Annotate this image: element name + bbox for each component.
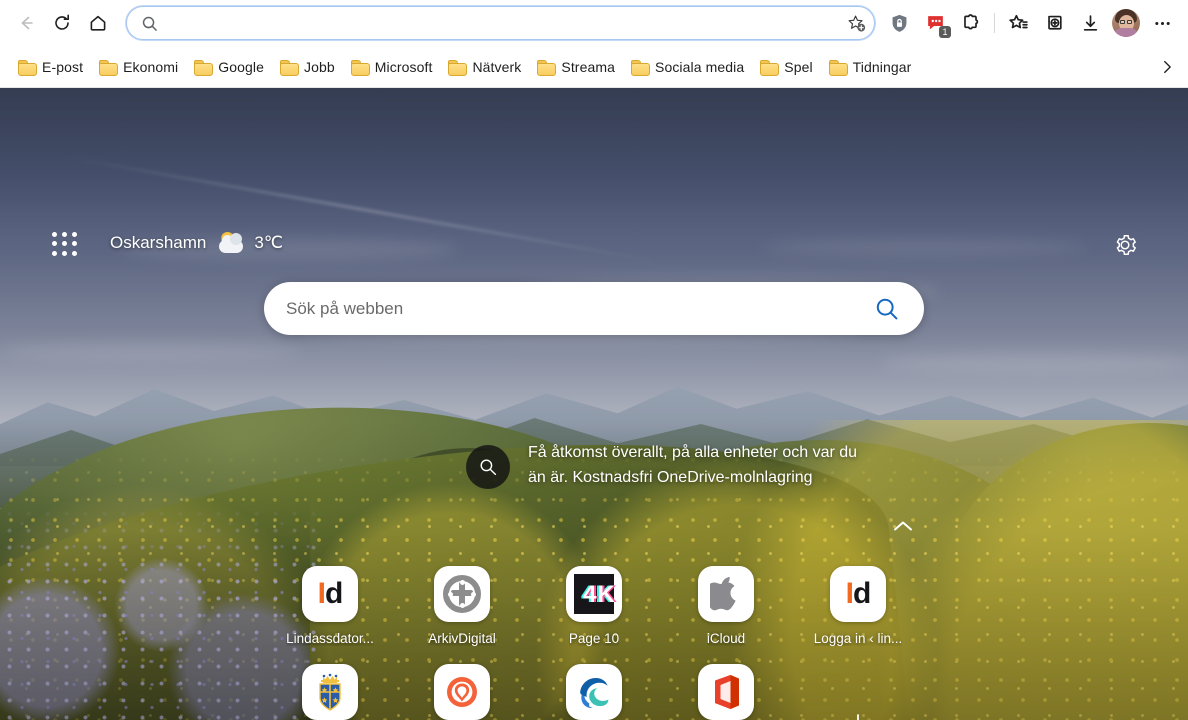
tile-logga-in[interactable]: Id Logga in ‹ lin...: [792, 566, 924, 646]
shield-lock-icon[interactable]: [881, 5, 917, 41]
tile-label: Logga in ‹ lin...: [813, 631, 903, 646]
web-search-box[interactable]: [264, 282, 924, 335]
tile-label: ArkivDigital: [428, 631, 496, 646]
web-search-button[interactable]: [870, 292, 904, 326]
bookmark-spel[interactable]: Spel: [752, 55, 820, 79]
search-icon: [141, 15, 158, 32]
tile-arkivdigital[interactable]: ArkivDigital: [396, 566, 528, 646]
puzzle-extensions-icon[interactable]: [953, 5, 989, 41]
web-search-input[interactable]: [286, 298, 870, 319]
folder-icon: [194, 59, 214, 76]
add-shortcut-button[interactable]: [840, 706, 876, 720]
bookmark-google[interactable]: Google: [186, 55, 272, 79]
bookmark-label: Ekonomi: [123, 58, 179, 75]
apple-icon: [698, 566, 754, 622]
bookmark-label: E-post: [42, 58, 84, 75]
collections-icon[interactable]: [1036, 5, 1072, 41]
bookmark-streama[interactable]: Streama: [529, 55, 623, 79]
refresh-button[interactable]: [44, 5, 80, 41]
folder-icon: [99, 59, 119, 76]
bookmark-label: Spel: [784, 58, 813, 75]
bookmark-label: Streama: [561, 58, 615, 75]
fourk-icon: 4K 4K 4K: [566, 566, 622, 622]
tile-microsoft-edge[interactable]: Microsoft Ed...: [528, 664, 660, 720]
bookmark-natverk[interactable]: Nätverk: [440, 55, 529, 79]
browser-chrome: 1 E-post Ekonomi Google Jobb Microsoft N…: [0, 0, 1188, 88]
bookmarks-overflow-button[interactable]: [1152, 52, 1182, 82]
new-tab-page: Oskarshamn 3℃ Sök på webben Få åtkomst ö…: [0, 88, 1188, 720]
page-settings-button[interactable]: [1110, 230, 1140, 260]
promo-collapse-chevron-up-icon[interactable]: [890, 516, 916, 536]
edge-icon: [566, 664, 622, 720]
folder-icon: [828, 59, 848, 76]
bookmark-label: Sociala media: [655, 58, 745, 75]
avatar: [1112, 9, 1140, 37]
office-icon: [698, 664, 754, 720]
back-button[interactable]: [8, 5, 44, 41]
bookmark-label: Jobb: [303, 58, 335, 75]
folder-icon: [448, 59, 468, 76]
bookmark-label: Nätverk: [472, 58, 522, 75]
moon-cloud-icon: [215, 231, 245, 255]
bookmark-label: Google: [218, 58, 264, 75]
folder-icon: [350, 59, 370, 76]
tile-label: iCloud: [706, 631, 746, 646]
tile-label: Lindassdator...: [286, 631, 374, 646]
tile-lindassdator[interactable]: Id Lindassdator...: [264, 566, 396, 646]
folder-icon: [18, 59, 37, 76]
bookmark-sociala-media[interactable]: Sociala media: [623, 55, 752, 79]
toolbar-divider: [994, 13, 995, 33]
tile-start[interactable]: Start: [264, 664, 396, 720]
new-tab-overlay: Oskarshamn 3℃ Sök på webben Få åtkomst ö…: [0, 88, 1188, 720]
bookmark-e-post[interactable]: E-post: [10, 55, 91, 79]
weather-city: Oskarshamn: [110, 233, 207, 252]
tile-label: Page 10: [568, 631, 620, 646]
indesign-id-icon: Id: [302, 566, 358, 622]
folder-icon: [631, 59, 650, 76]
folder-icon: [760, 59, 780, 76]
myheritage-icon: [434, 664, 490, 720]
bookmarks-bar: E-post Ekonomi Google Jobb Microsoft Nät…: [0, 46, 1188, 88]
profile-avatar[interactable]: [1108, 5, 1144, 41]
extension-red-icon[interactable]: 1: [917, 5, 953, 41]
bookmark-tidningar[interactable]: Tidningar: [821, 55, 920, 79]
weather-temperature: 3℃: [254, 233, 283, 252]
tile-office[interactable]: Office: [660, 664, 792, 720]
tile-page-10[interactable]: 4K 4K 4K Page 10: [528, 566, 660, 646]
address-input[interactable]: [166, 15, 842, 31]
bookmark-ekonomi[interactable]: Ekonomi: [91, 55, 186, 79]
address-bar[interactable]: [126, 6, 875, 40]
star-add-icon[interactable]: [842, 9, 870, 37]
onedrive-search-icon: [466, 445, 510, 489]
downloads-icon[interactable]: [1072, 5, 1108, 41]
browser-toolbar: 1: [0, 0, 1188, 46]
promo-text: Få åtkomst överallt, på alla enheter och…: [528, 444, 858, 486]
app-launcher-icon[interactable]: [52, 232, 78, 256]
bookmark-label: Microsoft: [374, 58, 433, 75]
bookmark-label: Tidningar: [852, 58, 912, 75]
tile-myheritage[interactable]: MyHeritage: [396, 664, 528, 720]
sweden-coat-of-arms-icon: [302, 664, 358, 720]
home-button[interactable]: [80, 5, 116, 41]
tile-icloud[interactable]: iCloud: [660, 566, 792, 646]
bookmark-microsoft[interactable]: Microsoft: [343, 55, 441, 79]
folder-icon: [279, 59, 299, 76]
folder-icon: [537, 59, 557, 76]
shortcut-tiles: Id Lindassdator... ArkivDigital 4K 4K 4K…: [264, 566, 924, 720]
bookmark-jobb[interactable]: Jobb: [272, 55, 343, 79]
favorites-list-icon[interactable]: [1000, 5, 1036, 41]
arkivdigital-icon: [434, 566, 490, 622]
weather-widget[interactable]: Oskarshamn 3℃: [110, 231, 283, 255]
settings-more-icon[interactable]: [1144, 5, 1180, 41]
onedrive-promo[interactable]: Få åtkomst överallt, på alla enheter och…: [466, 440, 886, 490]
indesign-id-icon: Id: [830, 566, 886, 622]
extension-badge-count: 1: [939, 26, 951, 38]
